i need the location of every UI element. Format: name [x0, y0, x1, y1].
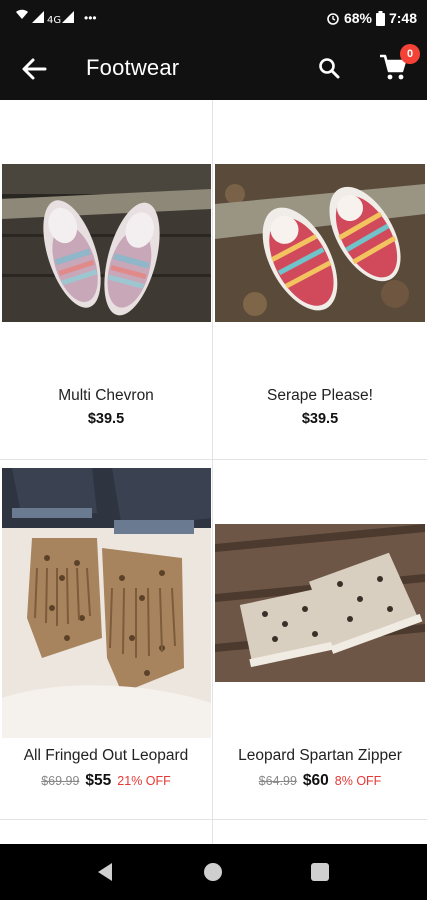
cart-count-badge: 0 [400, 44, 420, 64]
battery-percent: 68% [343, 10, 372, 26]
svg-text:4G: 4G [47, 15, 61, 26]
product-original-price: $64.99 [258, 774, 297, 788]
clock: 7:48 [388, 10, 417, 26]
nav-home-icon[interactable] [204, 863, 222, 881]
product-image [2, 164, 211, 322]
product-card[interactable]: All Fringed Out Leopard $69.99 $55 21% OFF [0, 460, 213, 820]
status-icons-right: 68% 7:48 [326, 10, 417, 26]
battery-icon [375, 10, 385, 26]
product-card[interactable] [0, 820, 213, 844]
nav-recents-icon[interactable] [311, 863, 329, 881]
product-price-row: $39.5 [213, 411, 427, 427]
page-title: Footwear [86, 55, 180, 80]
product-card[interactable]: Serape Please! $39.5 [213, 100, 427, 460]
product-price-row: $69.99 $55 21% OFF [0, 772, 212, 790]
nav-back-icon[interactable] [96, 862, 114, 882]
signal-icon: 4G [16, 9, 74, 26]
product-price: $39.5 [301, 411, 339, 427]
product-grid: Multi Chevron $39.5 Serape Please! $39.5… [0, 100, 427, 844]
product-price: $55 [85, 772, 112, 789]
product-original-price: $69.99 [41, 774, 80, 788]
discount-label: 21% OFF [117, 774, 171, 788]
system-nav-bar [0, 844, 427, 900]
product-image [2, 468, 211, 738]
product-name[interactable]: Multi Chevron [0, 387, 212, 405]
product-name[interactable]: Leopard Spartan Zipper [213, 747, 427, 765]
app-bar: Footwear [0, 38, 427, 100]
arrow-left-icon [22, 58, 47, 80]
status-icons-left: 4G ••• [14, 9, 97, 27]
product-name[interactable]: Serape Please! [213, 387, 427, 405]
product-price-row: $64.99 $60 8% OFF [213, 772, 427, 790]
product-price: $39.5 [87, 411, 125, 427]
search-button[interactable] [314, 53, 344, 83]
more-notifications-icon: ••• [84, 11, 97, 25]
product-card[interactable] [213, 820, 427, 844]
product-name[interactable]: All Fringed Out Leopard [0, 747, 212, 765]
alarm-icon [327, 13, 339, 25]
product-price-row: $39.5 [0, 411, 212, 427]
product-image [215, 164, 425, 322]
product-card[interactable]: Multi Chevron $39.5 [0, 100, 213, 460]
back-button[interactable] [18, 54, 50, 84]
product-card[interactable]: Leopard Spartan Zipper $64.99 $60 8% OFF [213, 460, 427, 820]
product-image [215, 524, 425, 682]
product-price: $60 [302, 772, 329, 789]
discount-label: 8% OFF [334, 774, 382, 788]
search-icon [319, 58, 340, 79]
status-bar: 4G ••• 68% 7:48 [0, 0, 427, 38]
